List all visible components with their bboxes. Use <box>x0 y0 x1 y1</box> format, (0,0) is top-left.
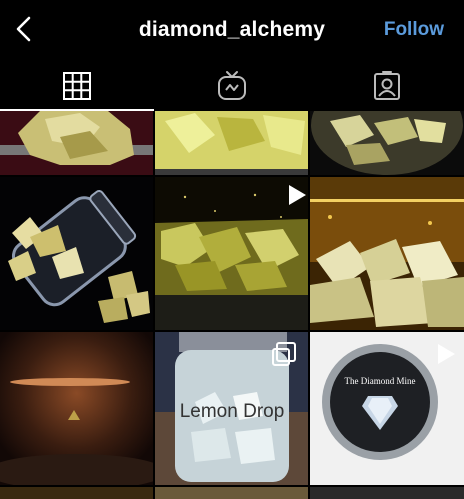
profile-tabs <box>0 60 464 112</box>
crystal-jar-photo <box>310 111 464 175</box>
post-thumbnail[interactable] <box>0 111 153 175</box>
tab-igtv[interactable] <box>155 60 309 112</box>
post-thumbnail[interactable] <box>0 332 153 485</box>
post-thumbnail[interactable] <box>310 487 464 499</box>
crystal-jar-photo <box>310 177 464 330</box>
post-thumbnail[interactable] <box>155 177 308 330</box>
follow-button[interactable]: Follow <box>384 19 444 41</box>
crystal-jar-photo <box>0 177 153 330</box>
tin-label-text: The Diamond Mine <box>345 376 416 386</box>
tagged-user-icon <box>374 71 400 100</box>
tab-tagged[interactable] <box>310 60 464 112</box>
carousel-icon <box>272 342 296 366</box>
post-thumbnail[interactable]: The Diamond Mine <box>310 332 464 485</box>
tab-grid[interactable] <box>0 60 154 112</box>
post-thumbnail[interactable] <box>0 177 153 330</box>
diamond-mine-tin-photo: The Diamond Mine <box>310 332 464 485</box>
post-thumbnail[interactable] <box>155 487 308 499</box>
profile-header: diamond_alchemy Follow <box>0 0 464 60</box>
grid-icon <box>63 72 91 100</box>
crystal-photo <box>0 332 153 485</box>
post-thumbnail[interactable] <box>0 487 153 499</box>
igtv-icon <box>218 71 246 100</box>
post-thumbnail[interactable] <box>155 111 308 175</box>
crystal-photo <box>0 111 153 175</box>
crystal-photo <box>155 177 308 330</box>
post-thumbnail[interactable] <box>310 111 464 175</box>
crystal-photo <box>155 111 308 175</box>
post-thumbnail[interactable] <box>310 177 464 330</box>
jar-label-text: Lemon Drop <box>180 401 285 422</box>
post-thumbnail[interactable]: Lemon Drop <box>155 332 308 485</box>
post-grid: Lemon Drop The Diamond Mine <box>0 111 464 499</box>
